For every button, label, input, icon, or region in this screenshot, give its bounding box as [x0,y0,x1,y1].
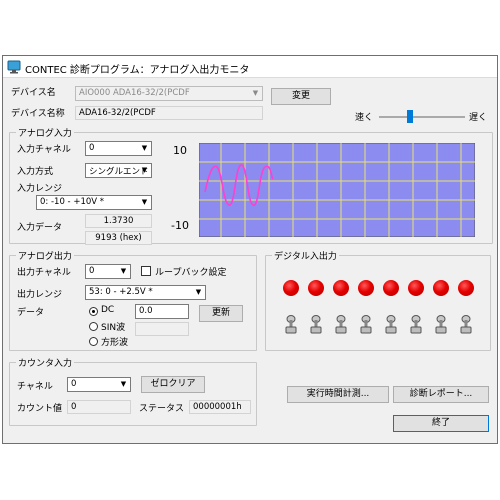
analog-input-title: アナログ入力 [16,126,74,139]
toggle-switch-icon[interactable] [358,314,374,334]
count-value-label: カウント値 [17,404,63,414]
speed-fast-label: 速く [355,113,374,123]
led-indicator-2 [333,280,349,296]
toggle-switch-icon[interactable] [458,314,474,334]
status-label: ステータス [139,404,185,414]
zero-clear-button[interactable]: ゼロクリア [141,376,205,393]
chevron-down-icon: ▼ [141,144,148,152]
device-fullname-field: ADA16-32/2(PCDF [75,106,263,120]
digital-io-group: デジタル入出力 [265,249,491,351]
toggle-switch-icon[interactable] [333,314,349,334]
led-indicator-6 [433,280,449,296]
output-wave-param [135,322,189,336]
input-channel-label: 入力チャネル [17,145,71,155]
led-indicator-1 [308,280,324,296]
chevron-down-icon: ▼ [141,166,148,174]
counter-channel-label: チャネル [17,382,53,392]
output-range-select[interactable]: 53: 0 - +2.5V * ▼ [85,285,206,300]
graph-ymin-label: -10 [171,219,189,232]
output-channel-value: 0 [89,266,95,276]
chevron-down-icon: ▼ [195,288,202,296]
output-range-value: 53: 0 - +2.5V * [89,287,153,297]
input-data-label: 入力データ [17,223,63,233]
app-icon [7,60,21,74]
led-indicator-0 [283,280,299,296]
counter-channel-value: 0 [71,379,77,389]
led-indicator-4 [383,280,399,296]
window-title: CONTEC 診断プログラム：アナログ入出力モニタ [25,65,250,76]
diagnostic-report-button[interactable]: 診断レポート... [393,386,489,403]
chevron-down-icon: ▼ [120,380,127,388]
exit-button[interactable]: 終了 [393,415,489,432]
radio-dc[interactable] [89,307,98,316]
input-method-label: 入力方式 [17,167,54,177]
speed-slow-label: 遅く [469,113,488,123]
counter-group: カウンタ入力 [9,356,257,426]
waveform-graph [199,143,475,237]
chevron-down-icon: ▼ [252,89,259,97]
status-value-field: 00000001h [189,400,251,414]
loopback-label: ループバック設定 [155,268,227,278]
radio-dc-label: DC [101,305,115,315]
timing-measure-button[interactable]: 実行時間計測... [287,386,389,403]
speed-slider[interactable] [379,116,465,118]
graph-ymax-label: 10 [173,144,187,157]
chevron-down-icon: ▼ [120,267,127,275]
input-method-select[interactable]: シングルエンド ▼ [85,163,152,178]
radio-sin-label: SIN波 [101,323,126,333]
output-data-label: データ [17,308,45,318]
change-device-button[interactable]: 変更 [271,88,331,105]
input-range-label: 入力レンジ [17,184,63,194]
toggle-switch-icon[interactable] [283,314,299,334]
device-select-value: AIO000 ADA16-32/2(PCDF [79,88,190,98]
input-range-value: 0: -10 - +10V * [40,197,105,207]
toggle-switch-icon[interactable] [308,314,324,334]
led-indicator-7 [458,280,474,296]
speed-slider-thumb[interactable] [407,110,413,123]
input-data-value: 1.3730 [85,214,152,228]
output-data-input[interactable]: 0.0 [135,304,189,319]
radio-sin[interactable] [89,322,98,331]
input-range-select[interactable]: 0: -10 - +10V * ▼ [36,195,152,210]
output-channel-label: 出力チャネル [17,268,71,278]
radio-square-label: 方形波 [101,338,129,348]
radio-square[interactable] [89,337,98,346]
update-output-button[interactable]: 更新 [199,305,243,322]
input-channel-value: 0 [89,143,95,153]
device-name-label: デバイス名 [11,88,56,98]
device-fullname-label: デバイス名称 [11,109,65,119]
device-select: AIO000 ADA16-32/2(PCDF ▼ [75,86,263,101]
loopback-checkbox[interactable] [141,266,151,276]
output-range-label: 出力レンジ [17,290,63,300]
title-bar: CONTEC 診断プログラム：アナログ入出力モニタ [3,56,497,78]
input-data-hex: 9193 (hex) [85,231,152,245]
toggle-switch-icon[interactable] [408,314,424,334]
counter-channel-select[interactable]: 0 ▼ [67,377,131,392]
digital-io-title: デジタル入出力 [272,249,339,262]
input-channel-select[interactable]: 0 ▼ [85,141,152,156]
counter-title: カウンタ入力 [16,356,75,369]
chevron-down-icon: ▼ [141,198,148,206]
main-window: CONTEC 診断プログラム：アナログ入出力モニタ デバイス名 AIO000 A… [2,55,498,444]
toggle-switch-icon[interactable] [433,314,449,334]
toggle-switch-icon[interactable] [383,314,399,334]
analog-output-title: アナログ出力 [16,249,74,262]
output-channel-select[interactable]: 0 ▼ [85,264,131,279]
led-indicator-5 [408,280,424,296]
count-value-field: 0 [67,400,131,414]
led-indicator-3 [358,280,374,296]
